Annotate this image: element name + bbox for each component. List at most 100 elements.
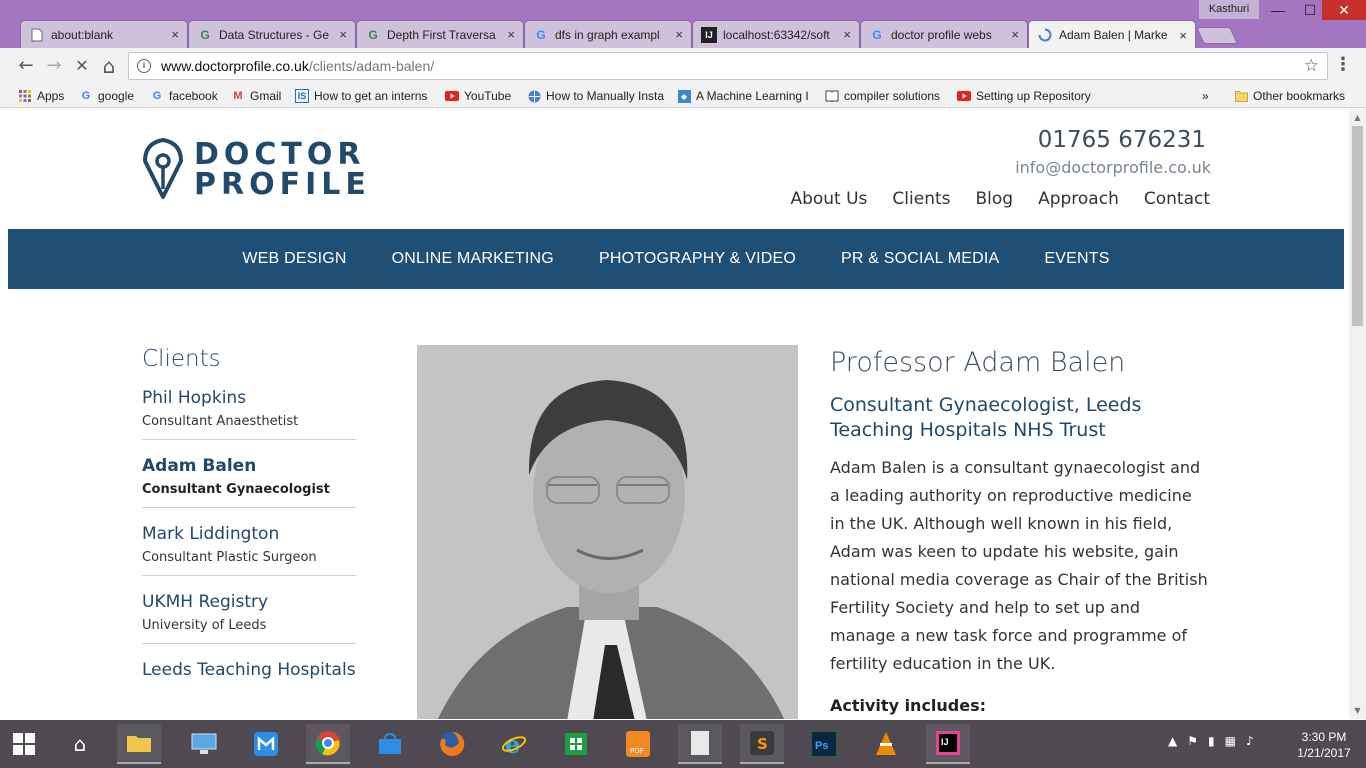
youtube-icon [445, 89, 459, 103]
bookmark-manual-install[interactable]: How to Manually Insta [527, 87, 665, 105]
tab-about-blank[interactable]: about:blank × [20, 20, 188, 48]
forward-button[interactable]: → [42, 54, 66, 78]
tab-data-structures[interactable]: G Data Structures - Ge × [188, 20, 356, 48]
bookmark-label: YouTube [464, 89, 512, 103]
loading-spinner-icon [1037, 27, 1053, 43]
start-windows-icon[interactable] [2, 724, 46, 764]
profile-name-badge[interactable]: Kasthuri [1199, 0, 1259, 19]
bookmark-facebook[interactable]: G facebook [150, 87, 218, 105]
client-item-mark-liddington[interactable]: Mark Liddington Consultant Plastic Surge… [142, 524, 356, 576]
files-icon[interactable] [678, 724, 722, 764]
bookmark-compiler-solutions[interactable]: compiler solutions [825, 87, 940, 105]
nav-about-us[interactable]: About Us [790, 189, 867, 209]
minimize-button[interactable]: — [1262, 0, 1294, 20]
client-name[interactable]: Adam Balen [142, 456, 356, 476]
bookmark-label: Apps [37, 89, 65, 103]
scroll-up-arrow-icon[interactable]: ▲ [1349, 109, 1366, 126]
nav-blog[interactable]: Blog [976, 189, 1014, 209]
client-name[interactable]: Leeds Teaching Hospitals [142, 660, 356, 680]
bookmark-setting-up-repository[interactable]: Setting up Repository [957, 87, 1091, 105]
client-item-adam-balen[interactable]: Adam Balen Consultant Gynaecologist [142, 456, 356, 508]
sublime-text-icon[interactable]: S [740, 724, 784, 764]
chrome-menu-icon[interactable]: ⋮ [1334, 54, 1352, 78]
action-center-flag-icon[interactable]: ⚑ [1187, 734, 1198, 748]
tab-close-icon[interactable]: × [675, 27, 683, 42]
nav-clients[interactable]: Clients [892, 189, 950, 209]
tab-close-icon[interactable]: × [339, 27, 347, 42]
home-icon[interactable]: ⌂ [58, 724, 102, 764]
bookmark-internship[interactable]: IS How to get an interns [295, 87, 433, 105]
new-tab-button[interactable] [1196, 27, 1238, 44]
taskbar-clock[interactable]: 3:30 PM 1/21/2017 [1292, 729, 1356, 761]
nav-pr-social-media[interactable]: PR & SOCIAL MEDIA [841, 250, 999, 268]
tab-close-icon[interactable]: × [171, 27, 179, 42]
client-item-ukmh-registry[interactable]: UKMH Registry University of Leeds [142, 592, 356, 644]
site-logo[interactable]: DOCTOR PROFILE [142, 137, 371, 203]
tab-depth-first[interactable]: G Depth First Traversa × [356, 20, 524, 48]
tab-doctor-profile-search[interactable]: G doctor profile webs × [860, 20, 1028, 48]
back-button[interactable]: ← [14, 54, 38, 78]
nav-approach[interactable]: Approach [1038, 189, 1119, 209]
book-icon [825, 89, 839, 103]
tab-label: localhost:63342/soft [723, 27, 830, 42]
tab-adam-balen[interactable]: Adam Balen | Marke × [1028, 20, 1196, 49]
firefox-icon[interactable] [430, 724, 474, 764]
bookmark-machine-learning[interactable]: A Machine Learning I [677, 87, 812, 105]
bookmark-star-icon[interactable]: ☆ [1304, 56, 1319, 76]
bookmark-google[interactable]: G google [79, 87, 134, 105]
tab-close-icon[interactable]: × [843, 27, 851, 42]
contact-phone[interactable]: 01765 676231 [1038, 127, 1206, 153]
close-window-button[interactable]: ✕ [1322, 0, 1366, 20]
client-name[interactable]: Phil Hopkins [142, 388, 356, 408]
store-bag-icon[interactable] [368, 724, 412, 764]
other-bookmarks[interactable]: Other bookmarks [1234, 87, 1345, 105]
bookmark-youtube[interactable]: YouTube [445, 87, 511, 105]
scroll-down-arrow-icon[interactable]: ▼ [1349, 702, 1366, 719]
google-icon: G [152, 90, 162, 102]
svg-text:S: S [757, 735, 768, 753]
client-item-phil-hopkins[interactable]: Phil Hopkins Consultant Anaesthetist [142, 388, 356, 440]
maxthon-icon[interactable] [244, 724, 288, 764]
bookmark-apps[interactable]: Apps [18, 87, 64, 105]
nav-online-marketing[interactable]: ONLINE MARKETING [392, 250, 554, 268]
nav-web-design[interactable]: WEB DESIGN [242, 250, 346, 268]
intellij-icon[interactable]: IJ [926, 724, 970, 764]
chrome-icon[interactable] [306, 724, 350, 764]
tab-close-icon[interactable]: × [1179, 28, 1187, 43]
address-bar[interactable]: i www.doctorprofile.co.uk/clients/adam-b… [128, 52, 1328, 80]
internet-explorer-icon[interactable]: e [492, 724, 536, 764]
this-pc-icon[interactable] [182, 724, 226, 764]
home-button[interactable]: ⌂ [97, 54, 121, 78]
nav-events[interactable]: EVENTS [1044, 250, 1109, 268]
client-name[interactable]: UKMH Registry [142, 592, 356, 612]
page-scrollbar[interactable]: ▲ ▼ [1349, 109, 1366, 719]
stop-loading-button[interactable]: ✕ [70, 54, 94, 78]
top-navigation: About Us Clients Blog Approach Contact [790, 189, 1210, 209]
tab-dfs-graph[interactable]: G dfs in graph exampl × [524, 20, 692, 48]
vlc-icon[interactable] [864, 724, 908, 764]
bookmark-label: compiler solutions [844, 89, 941, 103]
page-viewport: DOCTOR PROFILE 01765 676231 info@doctorp… [0, 109, 1366, 719]
photoshop-icon[interactable]: Ps [802, 724, 846, 764]
tab-close-icon[interactable]: × [507, 27, 515, 42]
client-item-leeds-teaching-hospitals[interactable]: Leeds Teaching Hospitals [142, 660, 356, 690]
scroll-thumb[interactable] [1352, 126, 1363, 326]
site-info-icon[interactable]: i [137, 59, 151, 73]
volume-muted-icon[interactable]: ♪ [1246, 734, 1254, 748]
tab-close-icon[interactable]: × [1011, 27, 1019, 42]
bookmarks-overflow-button[interactable]: » [1202, 87, 1209, 105]
pdf-icon[interactable]: PDF [616, 724, 660, 764]
show-hidden-icons-icon[interactable]: ▲ [1168, 734, 1177, 748]
tab-localhost[interactable]: IJ localhost:63342/soft × [692, 20, 860, 48]
contact-email[interactable]: info@doctorprofile.co.uk [1015, 158, 1211, 177]
apps-grid-icon [18, 89, 32, 103]
power-icon[interactable]: ▮ [1208, 734, 1215, 748]
nav-photography-video[interactable]: PHOTOGRAPHY & VIDEO [599, 250, 796, 268]
file-explorer-icon[interactable] [117, 724, 161, 764]
nav-contact[interactable]: Contact [1144, 189, 1210, 209]
client-role: University of Leeds [142, 618, 267, 633]
bookmark-gmail[interactable]: M Gmail [231, 87, 281, 105]
windows-store-icon[interactable] [554, 724, 598, 764]
client-name[interactable]: Mark Liddington [142, 524, 356, 544]
network-icon[interactable]: ▦ [1225, 734, 1236, 748]
